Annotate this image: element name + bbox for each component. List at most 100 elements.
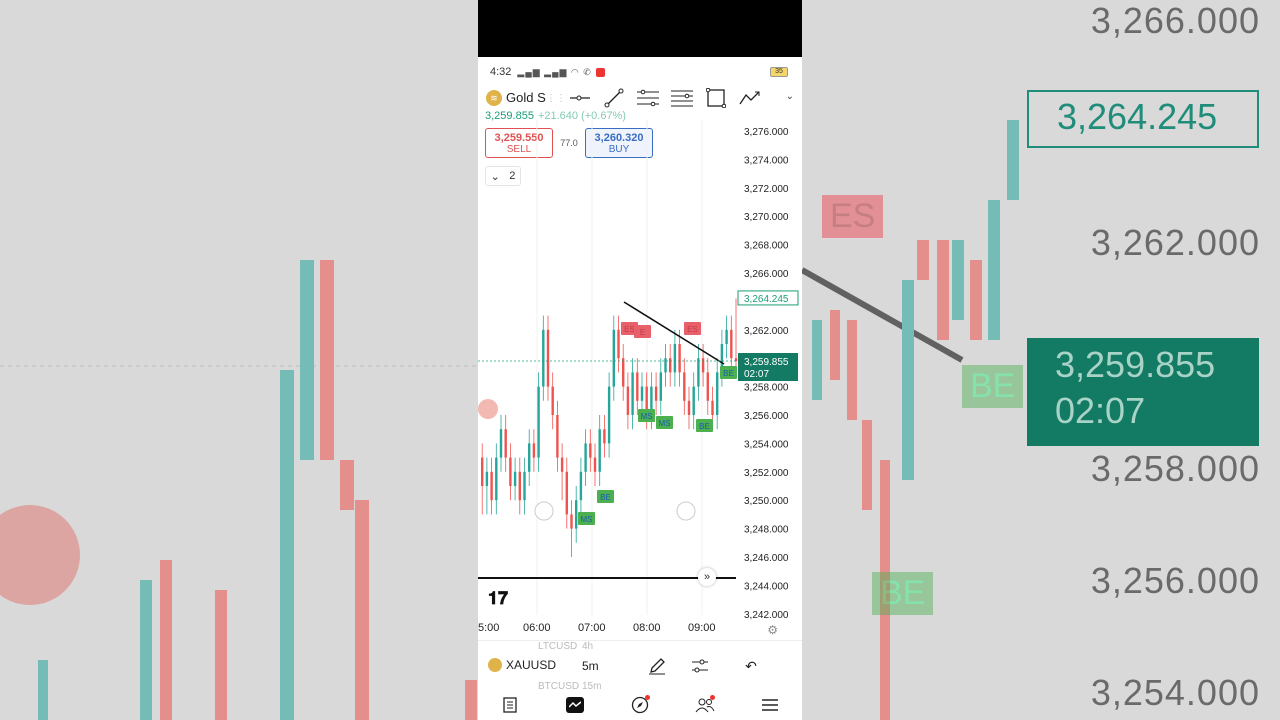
symbol-name[interactable]: Gold S (506, 90, 546, 105)
signal-icon: ▂▄▆ ▂▄▆ ◠ ✆ (517, 66, 592, 77)
time-axis[interactable]: 5:00 06:00 07:00 08:00 09:00 (478, 622, 802, 638)
price-tick-label: 3,272.000 (744, 184, 789, 195)
candle-body (499, 429, 503, 458)
candle-body (673, 344, 677, 373)
candle-body (697, 358, 700, 387)
background-label-3: 3,258.000 (1090, 448, 1260, 489)
background-tag-es: ES (822, 195, 884, 238)
price-tick-label: 3,250.000 (744, 496, 789, 507)
background-tag-be: BE (962, 365, 1024, 408)
phone-screen: 4:32 ▂▄▆ ▂▄▆ ◠ ✆ 35 ≋ Gold S ⋮⋮ ⌄ 3,259.… (478, 0, 802, 720)
parallel-channel-icon[interactable] (636, 87, 660, 109)
drawing-tools (568, 87, 762, 109)
candle-body (678, 344, 681, 373)
background-label-5: 3,254.000 (1090, 672, 1260, 713)
undo-icon[interactable]: ↶ (740, 655, 762, 677)
pencil-bubble-icon[interactable] (478, 399, 498, 419)
explore-icon[interactable] (626, 693, 654, 717)
signal-marker-label: MS (641, 412, 653, 421)
tradingview-logo: 𝟏𝟕 (488, 588, 509, 609)
background-label-4: 3,256.000 (1090, 560, 1260, 601)
gold-coin-icon: ≋ (486, 90, 502, 106)
candle-body (546, 329, 550, 387)
candle-body (579, 471, 583, 501)
candle-body (654, 386, 658, 401)
candle-body (598, 429, 601, 472)
signal-marker-label: ES (687, 325, 698, 334)
price-tick-label: 3,248.000 (744, 525, 789, 536)
chart-icon[interactable] (561, 693, 589, 717)
menu-icon[interactable] (756, 693, 784, 717)
fib-retracement-icon[interactable] (670, 87, 694, 109)
candle-body (631, 372, 634, 415)
trend-line-icon[interactable] (602, 87, 626, 109)
time-label: 5:00 (478, 622, 500, 634)
candle-body (725, 329, 728, 344)
candle-body (537, 386, 540, 458)
signal-marker-label: ES (624, 325, 635, 334)
price-tick-label: 3,262.000 (744, 326, 789, 337)
pencil-icon[interactable] (646, 655, 668, 677)
scroll-to-realtime-button[interactable]: » (698, 568, 716, 586)
candle-body (716, 372, 719, 415)
candle-body (636, 372, 639, 401)
rectangle-icon[interactable] (704, 87, 728, 109)
background-current-price: 3,259.855 (1055, 344, 1216, 385)
notification-dot (709, 695, 715, 700)
candle-body (495, 457, 498, 501)
candle-body (513, 471, 517, 486)
signal-marker-label: BE (723, 369, 734, 378)
time-label: 06:00 (523, 622, 551, 634)
candle-body (669, 358, 672, 373)
bar-countdown-text: 02:07 (744, 369, 769, 380)
candle-body (556, 415, 559, 458)
chart-settings-icon[interactable]: ⚙ (767, 623, 778, 637)
candle-body (551, 386, 554, 415)
horizontal-ray-icon[interactable] (568, 87, 592, 109)
candle-body (607, 386, 611, 444)
candle-body (481, 457, 484, 486)
price-chart[interactable]: ES E ESMSMSBEBEMSBE 3,276.0003,274.0003,27… (478, 120, 802, 640)
candle-body (640, 386, 644, 401)
community-icon[interactable] (691, 693, 719, 717)
price-tick-label: 3,256.000 (744, 411, 789, 422)
candle-body (509, 457, 512, 486)
candle-body (622, 358, 625, 387)
price-tick-label: 3,266.000 (744, 269, 789, 280)
bottom-nav (478, 690, 802, 720)
candle-body (575, 500, 578, 529)
background-current-box: 3,259.855 02:07 (1027, 338, 1259, 446)
price-tick-label: 3,276.000 (744, 127, 789, 138)
candle-body (626, 386, 630, 415)
indicator-settings-icon[interactable] (689, 655, 711, 677)
symbol-selector[interactable]: XAUUSD (488, 658, 556, 672)
candle-body (560, 457, 564, 472)
price-axis[interactable]: 3,276.000 3,274.000 3,272.000 3,270.000 3,26… (737, 127, 799, 621)
candle-body (504, 429, 507, 458)
candle-body (701, 358, 705, 373)
candle-body (518, 471, 521, 501)
candle-body (683, 372, 686, 401)
drag-handle-icon[interactable]: ⋮⋮ (546, 93, 566, 104)
touch-handle-right[interactable] (676, 501, 696, 521)
background-label-2: 3,262.000 (1090, 222, 1260, 263)
price-tick-label: 3,242.000 (744, 610, 789, 621)
candle-body (542, 329, 545, 387)
timeframe-selector[interactable]: 5m (582, 659, 599, 673)
path-icon[interactable] (738, 87, 762, 109)
signal-marker-label: MS (581, 515, 593, 524)
time-label: 07:00 (578, 622, 606, 634)
candle-body (659, 372, 662, 401)
candle-body (617, 329, 620, 359)
price-tick-label: 3,244.000 (744, 581, 789, 592)
bottom-toolbar: LTCUSD 4h XAUUSD 5m BTCUSD 15m ↶ (478, 640, 802, 692)
candle-body (687, 400, 691, 415)
battery-icon: 35 (770, 67, 788, 77)
watchlist-icon[interactable] (496, 693, 524, 717)
price-tick-label: 3,246.000 (744, 553, 789, 564)
candle-body (664, 358, 667, 373)
touch-handle-left[interactable] (534, 501, 554, 521)
chevron-down-icon[interactable]: ⌄ (786, 91, 794, 102)
background-left-candles (0, 260, 478, 720)
signal-marker-label: BE (600, 493, 611, 502)
